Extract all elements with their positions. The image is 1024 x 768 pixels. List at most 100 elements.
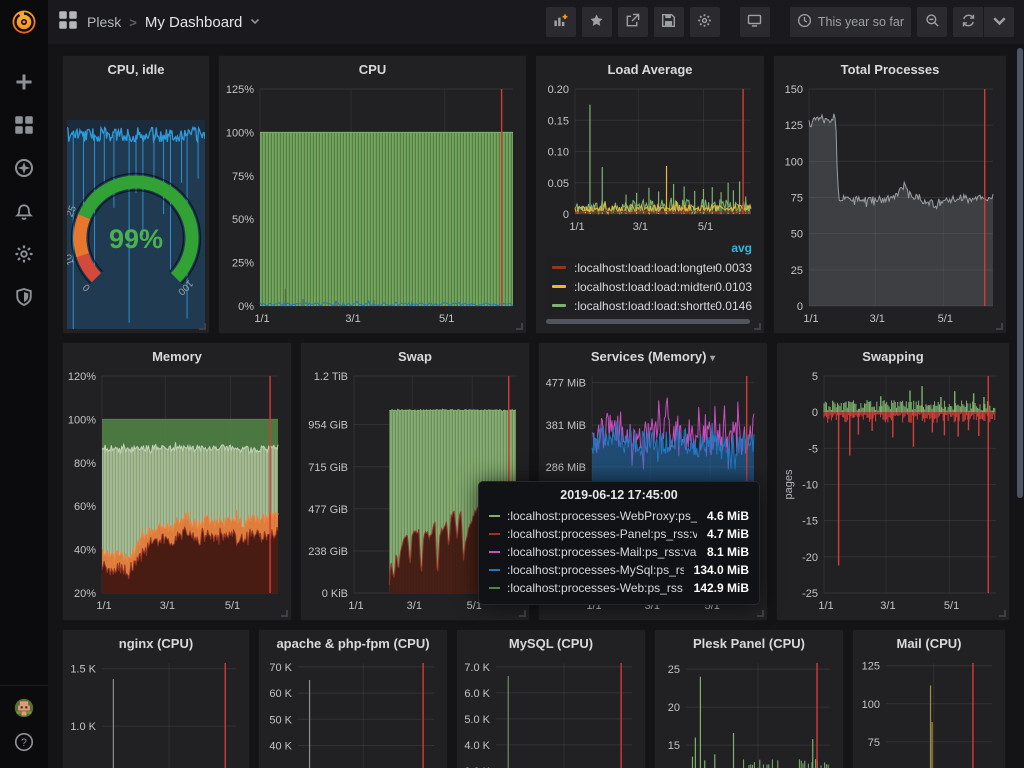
swapping-chart[interactable]: 50-5-10-15-20-251/13/15/1pages	[782, 371, 1004, 615]
panel-title-text: CPU, idle	[107, 62, 164, 77]
page-title[interactable]: My Dashboard	[145, 14, 243, 31]
dashboard-apps-button[interactable]	[58, 12, 78, 32]
apache-php-fpm-cpu-chart[interactable]: 70 K60 K50 K40 K30 K	[264, 658, 442, 768]
add-panel-icon	[553, 13, 568, 31]
sidebar-item-dashboards[interactable]	[14, 117, 34, 137]
sidebar-item-server-admin[interactable]	[14, 289, 34, 309]
panel-resize-handle[interactable]	[199, 323, 206, 330]
panel-row-1: CPU, idle 0102510099% CPU 0%25%50%75%100…	[62, 55, 1012, 334]
legend-series-label[interactable]: :localhost:load:load:shortterm	[574, 299, 715, 313]
compass-icon	[14, 158, 34, 183]
legend-row[interactable]: :localhost:load:load:longterm0.0033	[546, 258, 756, 277]
panel-resize-handle[interactable]	[516, 323, 523, 330]
svg-text:4.0 K: 4.0 K	[464, 740, 490, 752]
panel-resize-handle[interactable]	[519, 610, 526, 617]
svg-text:0.20: 0.20	[548, 84, 569, 96]
legend-series-label[interactable]: :localhost:load:load:longterm	[574, 261, 715, 275]
tooltip-series-value: 142.9 MiB	[684, 581, 749, 595]
panel-title[interactable]: apache & php-fpm (CPU)	[259, 630, 447, 656]
mail-cpu-chart[interactable]: 12510075	[858, 658, 1000, 768]
svg-text:125: 125	[785, 120, 803, 132]
mysql-cpu-chart[interactable]: 7.0 K6.0 K5.0 K4.0 K3.0 K	[462, 658, 640, 768]
panel-title-text: Mail (CPU)	[897, 636, 962, 651]
panel-resize-handle[interactable]	[757, 610, 764, 617]
svg-text:1/1: 1/1	[569, 221, 584, 233]
series-color-swatch	[552, 266, 566, 269]
svg-text:-10: -10	[802, 480, 818, 492]
svg-text:6.0 K: 6.0 K	[464, 688, 490, 700]
sidebar-item-configuration[interactable]	[14, 246, 34, 266]
legend-series-value: 0.0103	[715, 280, 756, 294]
panel-title[interactable]: Mail (CPU)	[853, 630, 1005, 656]
refresh-interval-button[interactable]	[984, 7, 1014, 37]
svg-text:50: 50	[791, 229, 803, 241]
legend-scrollbar[interactable]	[546, 319, 750, 324]
avatar	[14, 698, 34, 718]
breadcrumb[interactable]: Plesk > My Dashboard	[87, 13, 260, 31]
svg-text:5/1: 5/1	[439, 313, 454, 325]
svg-text:5/1: 5/1	[698, 221, 713, 233]
svg-text:0.10: 0.10	[548, 147, 569, 159]
legend-row[interactable]: :localhost:load:load:shortterm0.0146	[546, 296, 756, 315]
panel-title[interactable]: Total Processes	[774, 56, 1006, 82]
legend-series-label[interactable]: :localhost:load:load:midterm	[574, 280, 715, 294]
panel-title[interactable]: CPU	[219, 56, 526, 82]
user-avatar[interactable]	[14, 698, 34, 718]
series-color-swatch	[489, 551, 500, 553]
svg-text:5: 5	[812, 371, 818, 383]
svg-text:-20: -20	[802, 552, 818, 564]
breadcrumb-app[interactable]: Plesk	[87, 14, 121, 30]
svg-text:477 GiB: 477 GiB	[308, 504, 348, 516]
cpu-idle-gauge[interactable]: 0102510099%	[67, 120, 205, 329]
svg-text:125%: 125%	[226, 84, 254, 96]
panel-title[interactable]: Load Average	[536, 56, 764, 82]
svg-text:15: 15	[668, 740, 680, 752]
grafana-logo[interactable]	[0, 0, 48, 44]
star-button[interactable]	[582, 7, 612, 37]
panel-mysql-cpu: MySQL (CPU) 7.0 K6.0 K5.0 K4.0 K3.0 K	[456, 629, 646, 768]
panel-title[interactable]: Memory	[63, 343, 291, 369]
share-button[interactable]	[618, 7, 648, 37]
panel-title-text: MySQL (CPU)	[509, 636, 593, 651]
legend-row[interactable]: :localhost:load:load:midterm0.0103	[546, 277, 756, 296]
zoom-out-button[interactable]	[917, 7, 947, 37]
panel-title[interactable]: nginx (CPU)	[63, 630, 249, 656]
panel-title[interactable]: MySQL (CPU)	[457, 630, 645, 656]
sidebar-item-explore[interactable]	[14, 160, 34, 180]
memory-chart[interactable]: 20%40%60%80%100%120%1/13/15/1	[68, 371, 286, 615]
panel-resize-handle[interactable]	[999, 610, 1006, 617]
panel-resize-handle[interactable]	[281, 610, 288, 617]
panel-title[interactable]: Swapping	[777, 343, 1009, 369]
panel-resize-handle[interactable]	[996, 323, 1003, 330]
dashboard-settings-button[interactable]	[690, 7, 720, 37]
add-panel-button[interactable]	[546, 7, 576, 37]
sidebar-item-create[interactable]	[14, 74, 34, 94]
legend-rows: :localhost:load:load:longterm0.0033:loca…	[546, 258, 756, 315]
panel-title[interactable]: CPU, idle	[63, 56, 209, 82]
nginx-cpu-chart[interactable]: 1.5 K1.0 K0.5 K	[68, 658, 244, 768]
load-average-chart[interactable]: 00.050.100.150.201/13/15/1	[541, 84, 759, 236]
svg-text:-25: -25	[802, 588, 818, 600]
plesk-panel-cpu-chart[interactable]: 25201510	[660, 658, 838, 768]
cpu-chart[interactable]: 0%25%50%75%100%125%1/13/15/1	[224, 84, 521, 328]
panel-title-text: CPU	[359, 62, 386, 77]
panel-title[interactable]: Services (Memory) ▾	[539, 343, 767, 369]
time-range-picker[interactable]: This year so far	[790, 7, 911, 37]
sidebar-item-alerting[interactable]	[14, 203, 34, 223]
legend-avg-header[interactable]: avg	[731, 241, 752, 255]
tooltip-series-label: :localhost:processes-WebProxy:ps_rss:val…	[507, 509, 697, 523]
zoom-out-icon	[925, 13, 940, 31]
panel-resize-handle[interactable]	[754, 323, 761, 330]
tv-mode-button[interactable]	[740, 7, 770, 37]
refresh-button[interactable]	[953, 7, 983, 37]
svg-text:5/1: 5/1	[225, 600, 240, 612]
panel-title[interactable]: Plesk Panel (CPU)	[655, 630, 843, 656]
svg-text:120%: 120%	[68, 371, 96, 383]
total-processes-chart[interactable]: 02550751001251501/13/15/1	[779, 84, 1001, 328]
panel-title-text: Swapping	[862, 349, 923, 364]
page-scrollbar-thumb[interactable]	[1017, 48, 1023, 498]
save-button[interactable]	[654, 7, 684, 37]
panel-title[interactable]: Swap	[301, 343, 529, 369]
help-button[interactable]: ?	[14, 734, 34, 754]
svg-text:3/1: 3/1	[407, 600, 422, 612]
